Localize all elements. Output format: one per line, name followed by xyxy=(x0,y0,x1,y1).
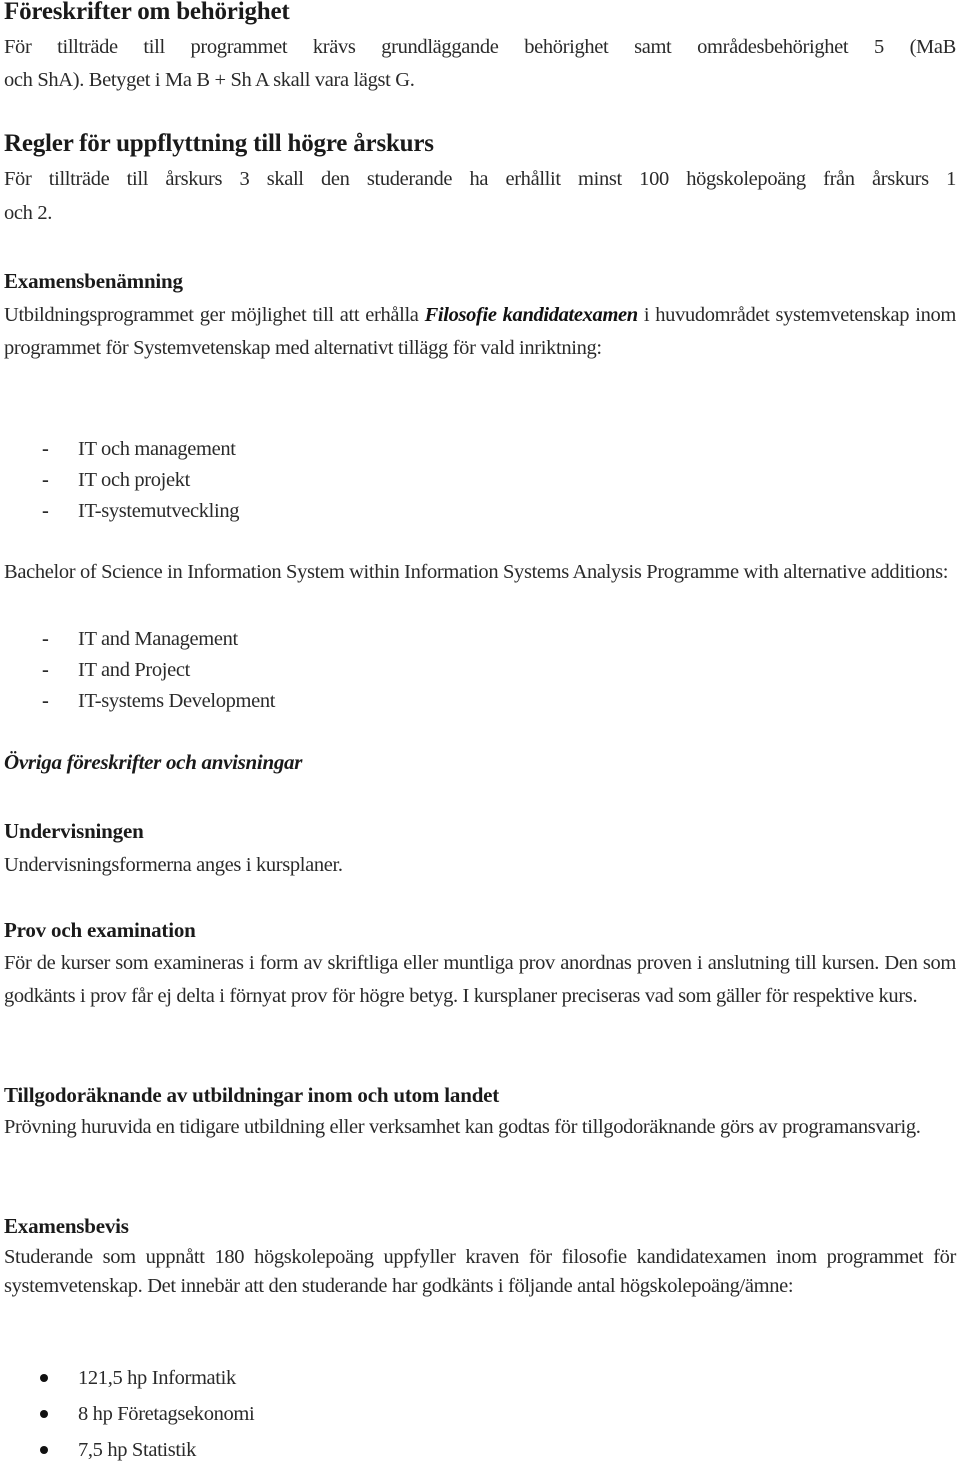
heading-diploma: Examensbevis xyxy=(4,1214,129,1238)
diploma-text: Studerande som uppnått 180 högskolepoäng… xyxy=(4,1246,956,1297)
dash-marker: - xyxy=(42,628,49,650)
english-degree-intro: Bachelor of Science in Information Syste… xyxy=(4,561,949,583)
dash-marker: - xyxy=(42,438,49,460)
bullet-icon xyxy=(40,1374,48,1382)
track-label: IT och management xyxy=(78,438,236,460)
track-label: IT och projekt xyxy=(78,469,190,491)
credit-label: 7,5 hp Statistik xyxy=(78,1439,196,1461)
track-label: IT and Project xyxy=(78,659,190,681)
dash-marker: - xyxy=(42,469,49,491)
bullet-icon xyxy=(40,1410,48,1418)
list-item: 121,5 hp Informatik xyxy=(0,1360,960,1396)
heading-eligibility: Föreskrifter om behörighet xyxy=(4,0,290,25)
examination-text: För de kurser som examineras i form av s… xyxy=(4,952,956,1007)
heading-promotion: Regler för uppflyttning till högre årsku… xyxy=(4,130,434,157)
tracks-swedish-list: - IT och management - IT och projekt - IT-s… xyxy=(0,434,960,527)
eligibility-line-1: För tillträde till programmet krävs grun… xyxy=(4,36,956,58)
list-item: - IT and Management xyxy=(0,624,960,655)
heading-other-rules: Övriga föreskrifter och anvisningar xyxy=(4,750,303,774)
heading-credit-transfer: Tillgodoräknande av utbildningar inom oc… xyxy=(4,1083,500,1107)
promotion-line-2: och 2. xyxy=(4,202,52,224)
degree-name-emphasis: Filosofie kandidatexamen xyxy=(424,304,639,326)
heading-teaching: Undervisningen xyxy=(4,819,144,843)
degree-title-text-before: Utbildningsprogrammet ger möjlighet till… xyxy=(4,304,425,326)
heading-degree-title: Examensbenämning xyxy=(4,269,183,293)
list-item: - IT och management xyxy=(0,434,960,465)
teaching-text: Undervisningsformerna anges i kursplaner… xyxy=(4,854,343,876)
dash-marker: - xyxy=(42,500,49,522)
track-label: IT and Management xyxy=(78,628,238,650)
dash-marker: - xyxy=(42,690,49,712)
list-item: - IT and Project xyxy=(0,655,960,686)
degree-title-paragraph: Utbildningsprogrammet ger möjlighet till… xyxy=(4,299,956,365)
track-label: IT-systemutveckling xyxy=(78,500,240,522)
track-label: IT-systems Development xyxy=(78,690,276,712)
list-item: - IT-systems Development xyxy=(0,686,960,717)
dash-marker: - xyxy=(42,659,49,681)
tracks-english-list: - IT and Management - IT and Project - IT-s… xyxy=(0,624,960,717)
list-item: - IT-systemutveckling xyxy=(0,496,960,527)
credit-label: 121,5 hp Informatik xyxy=(78,1367,236,1389)
credit-label: 8 hp Företagsekonomi xyxy=(78,1403,255,1425)
heading-examination: Prov och examination xyxy=(4,918,196,942)
bullet-icon xyxy=(40,1446,48,1454)
eligibility-line-2: och ShA). Betyget i Ma B + Sh A skall va… xyxy=(4,69,415,91)
credits-list: 121,5 hp Informatik 8 hp Företagsekonomi… xyxy=(0,1360,960,1468)
promotion-line-1: För tillträde till årskurs 3 skall den s… xyxy=(4,168,956,190)
list-item: 7,5 hp Statistik xyxy=(0,1432,960,1468)
list-item: - IT och projekt xyxy=(0,465,960,496)
list-item: 8 hp Företagsekonomi xyxy=(0,1396,960,1432)
credit-transfer-text: Prövning huruvida en tidigare utbildning… xyxy=(4,1116,921,1138)
